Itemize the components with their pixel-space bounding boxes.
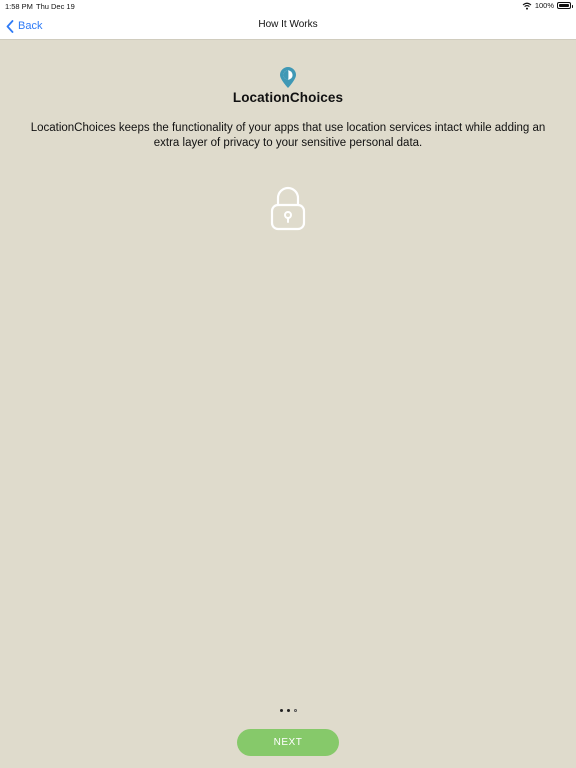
battery-percent: 100% <box>534 1 554 10</box>
top-bar: 1:58 PM Thu Dec 19 100% Back How It Work… <box>0 0 576 40</box>
navigation-bar: Back How It Works <box>0 12 576 40</box>
status-time: 1:58 PM <box>5 2 33 11</box>
app-name: LocationChoices <box>232 90 344 105</box>
location-pin-logo-icon <box>280 67 296 88</box>
status-indicators: 100% <box>522 1 573 10</box>
next-button[interactable]: NEXT <box>237 729 339 756</box>
lock-icon <box>270 186 306 231</box>
feature-description: LocationChoices keeps the functionality … <box>30 122 546 149</box>
wifi-icon <box>522 2 532 10</box>
status-bar: 1:58 PM Thu Dec 19 100% <box>0 0 576 12</box>
page-title: How It Works <box>258 19 318 30</box>
page-indicator <box>0 709 576 712</box>
status-date: Thu Dec 19 <box>36 2 75 11</box>
battery-icon <box>557 2 573 9</box>
page-dot-2[interactable] <box>286 709 290 712</box>
page-dot-1[interactable] <box>279 709 283 712</box>
page-dot-3[interactable] <box>293 709 297 712</box>
battery-fill <box>559 4 569 7</box>
